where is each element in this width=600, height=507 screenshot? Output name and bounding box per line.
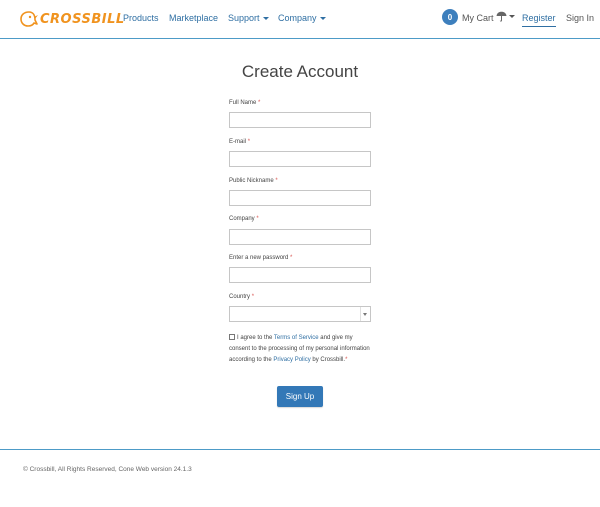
register-link[interactable]: Register [522, 13, 556, 27]
footer-divider [0, 449, 600, 450]
sign-in-link[interactable]: Sign In [566, 13, 594, 23]
terms-of-service-link[interactable]: Terms of Service [274, 335, 319, 341]
logo-text: CROSSBILL [40, 11, 125, 27]
chevron-down-icon [360, 307, 370, 321]
chevron-down-icon [509, 15, 515, 18]
crossbill-logo-icon [20, 11, 38, 27]
country-select[interactable] [229, 306, 371, 322]
language-selector[interactable] [496, 11, 515, 22]
company-input[interactable] [229, 229, 371, 245]
password-input[interactable] [229, 267, 371, 283]
top-navigation-bar: CROSSBILL Products Marketplace Support C… [0, 0, 600, 39]
nav-support-dropdown[interactable]: Support [228, 13, 269, 23]
password-label: Enter a new password * [229, 255, 293, 261]
nav-marketplace[interactable]: Marketplace [169, 13, 218, 23]
email-input[interactable] [229, 151, 371, 167]
email-label: E-mail * [229, 139, 251, 145]
full-name-label: Full Name * [229, 100, 261, 106]
privacy-policy-link[interactable]: Privacy Policy [273, 357, 310, 363]
public-nickname-label: Public Nickname * [229, 178, 278, 184]
terms-consent: I agree to the Terms of Service and give… [229, 334, 370, 363]
umbrella-icon [496, 11, 507, 22]
footer-copyright: © Crossbill, All Rights Reserved, Cone W… [23, 466, 192, 473]
crossbill-logo[interactable]: CROSSBILL [19, 9, 125, 29]
public-nickname-input[interactable] [229, 190, 371, 206]
country-label: Country * [229, 294, 255, 300]
my-cart-link[interactable]: My Cart [462, 13, 494, 23]
page-title: Create Account [241, 62, 359, 81]
nav-products[interactable]: Products [123, 13, 159, 23]
terms-agree-checkbox[interactable] [229, 334, 235, 340]
full-name-input[interactable] [229, 112, 371, 128]
sign-up-button[interactable]: Sign Up [277, 386, 323, 407]
cart-count-badge[interactable]: 0 [442, 9, 458, 25]
nav-company-dropdown[interactable]: Company [278, 13, 326, 23]
company-label: Company * [229, 216, 259, 222]
